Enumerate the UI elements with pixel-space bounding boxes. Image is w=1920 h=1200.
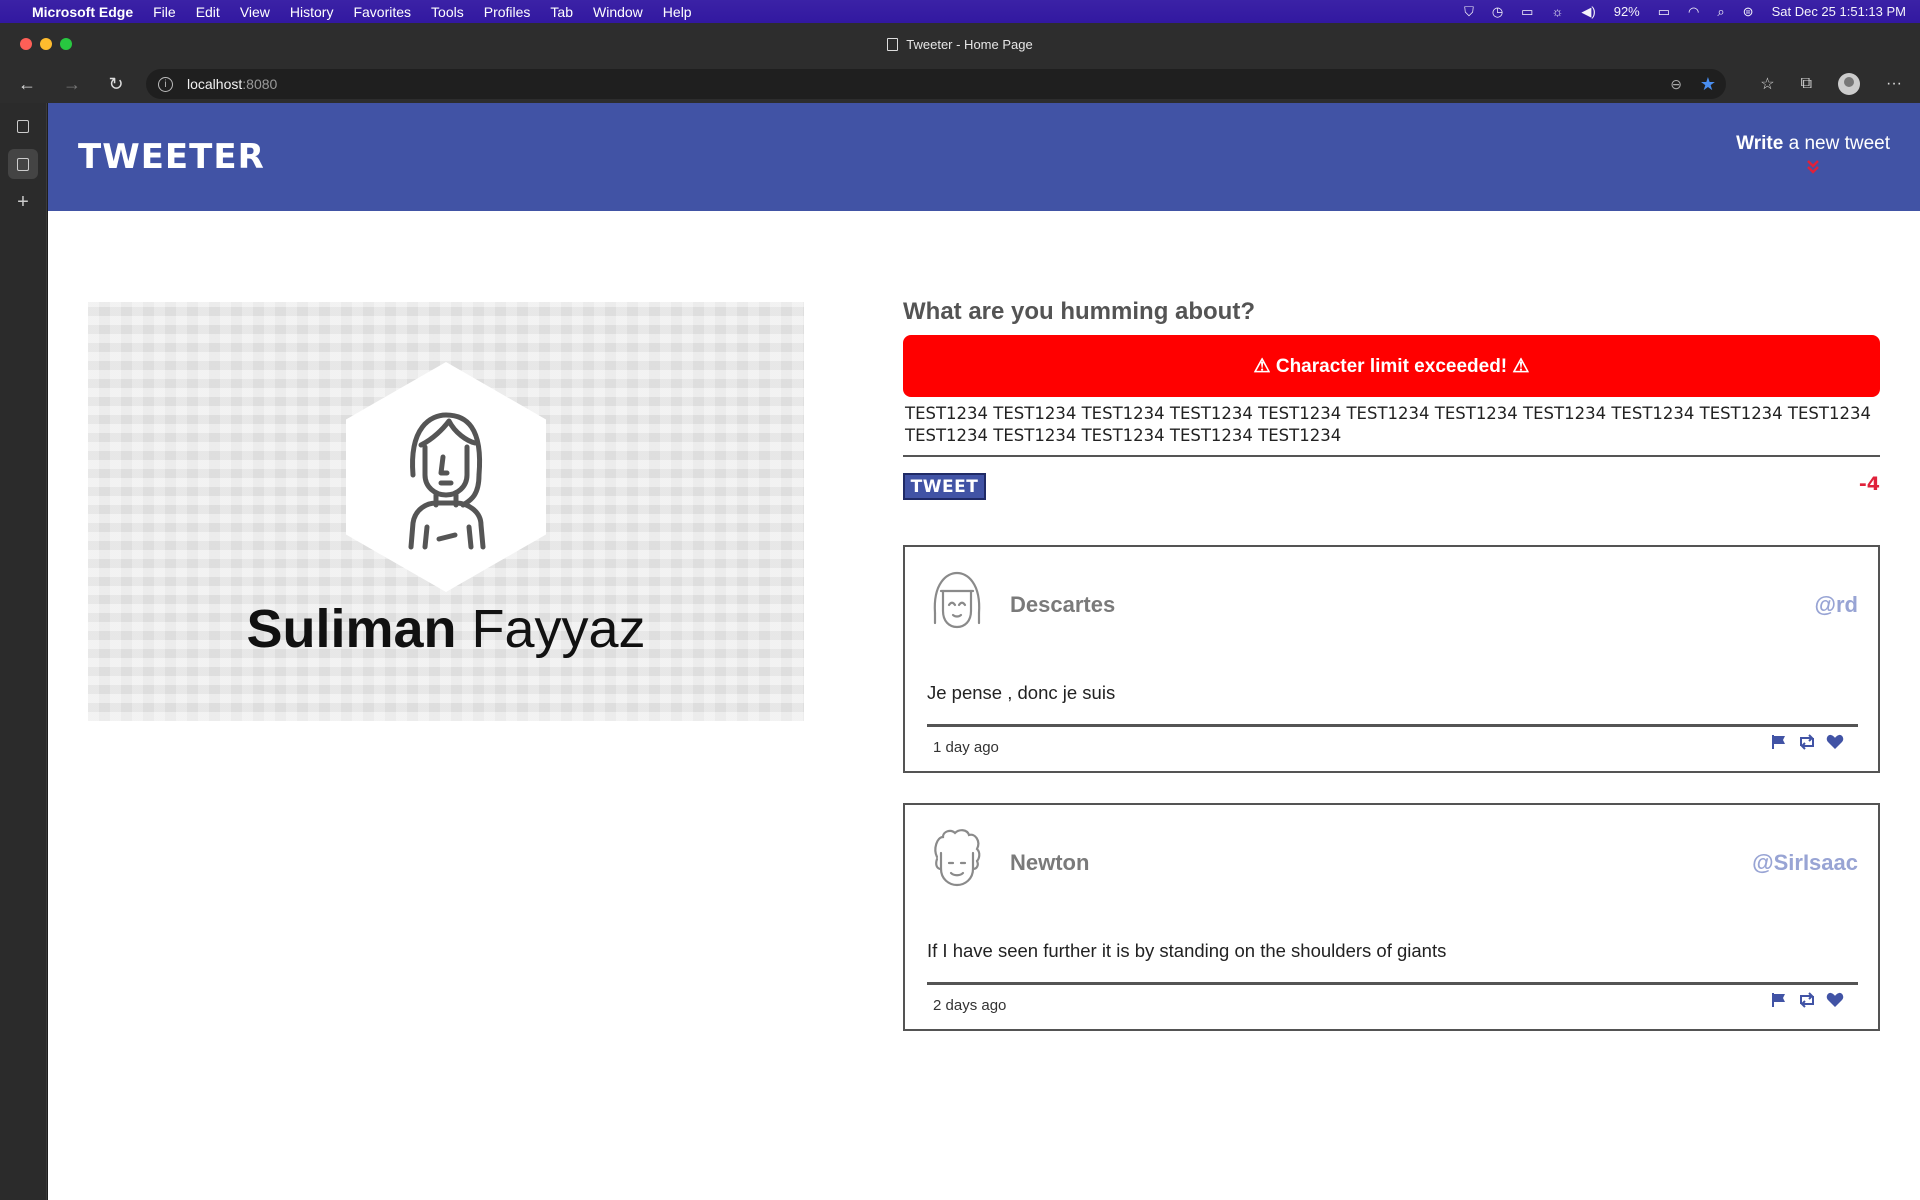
character-limit-error: ⚠ Character limit exceeded! ⚠ bbox=[903, 335, 1880, 397]
zoom-out-icon[interactable]: ⊖ bbox=[1670, 76, 1682, 93]
compose-toggle-text: a new tweet bbox=[1783, 133, 1890, 154]
menu-file[interactable]: File bbox=[153, 4, 176, 20]
tweet-divider bbox=[927, 982, 1858, 985]
page-icon bbox=[887, 37, 899, 51]
character-counter: -4 bbox=[1858, 473, 1880, 495]
profile-first-name: Suliman bbox=[246, 599, 457, 659]
menu-favorites[interactable]: Favorites bbox=[353, 4, 411, 20]
tweet-author-handle: @SirIsaac bbox=[1752, 850, 1858, 875]
window-titlebar: Tweeter - Home Page bbox=[0, 23, 1920, 65]
flag-icon[interactable] bbox=[1770, 991, 1788, 1009]
clock-datetime[interactable]: Sat Dec 25 1:51:13 PM bbox=[1772, 4, 1906, 19]
menu-edit[interactable]: Edit bbox=[196, 4, 220, 20]
tweet-actions bbox=[1770, 733, 1844, 751]
tweet-author-name: Descartes bbox=[1010, 592, 1116, 617]
minimize-window-button[interactable] bbox=[40, 38, 52, 50]
more-menu-icon[interactable]: ··· bbox=[1886, 75, 1902, 93]
back-arrow-icon[interactable]: ← bbox=[16, 73, 38, 95]
tweet-composer: What are you humming about? ⚠ Character … bbox=[903, 298, 1880, 509]
write-new-tweet-toggle[interactable]: Write a new tweet bbox=[1736, 133, 1890, 177]
menu-tools[interactable]: Tools bbox=[431, 4, 464, 20]
tweet-content: Je pense , donc je suis bbox=[927, 682, 1116, 703]
url-host: localhost bbox=[187, 76, 243, 92]
composer-prompt: What are you humming about? bbox=[903, 298, 1255, 325]
tweet-timestamp: 1 day ago bbox=[933, 739, 999, 756]
tweet-card: Newton @SirIsaac If I have seen further … bbox=[903, 803, 1880, 1031]
site-logo[interactable]: TWEETER bbox=[78, 137, 265, 177]
retweet-icon[interactable] bbox=[1798, 733, 1816, 751]
retweet-icon[interactable] bbox=[1798, 991, 1816, 1009]
close-window-button[interactable] bbox=[20, 38, 32, 50]
control-center-icon[interactable]: ⊜ bbox=[1743, 4, 1754, 20]
volume-icon[interactable]: ◀) bbox=[1581, 4, 1595, 20]
toolbar-actions: ☆ ⧉ ··· bbox=[1760, 73, 1902, 95]
favorites-icon[interactable]: ☆ bbox=[1760, 74, 1774, 94]
favorite-star-icon[interactable]: ★ bbox=[1700, 74, 1716, 95]
refresh-icon[interactable]: ↻ bbox=[105, 73, 127, 95]
composer-footer: TWEET -4 bbox=[903, 457, 1880, 509]
forward-arrow-icon[interactable]: → bbox=[61, 73, 83, 95]
menu-history[interactable]: History bbox=[290, 4, 334, 20]
flag-icon[interactable] bbox=[1770, 733, 1788, 751]
vertical-tabs-strip: + bbox=[0, 103, 47, 1200]
shield-icon[interactable]: ⛉ bbox=[1464, 4, 1474, 20]
spotlight-search-icon[interactable]: ⌕ bbox=[1717, 4, 1724, 20]
site-navbar: TWEETER Write a new tweet bbox=[48, 103, 1920, 211]
display-icon[interactable]: ▭ bbox=[1521, 4, 1533, 20]
tweet-author-name: Newton bbox=[1010, 850, 1090, 875]
brightness-icon[interactable]: ☼ bbox=[1551, 4, 1563, 19]
tweet-divider bbox=[927, 724, 1858, 727]
window-title-text: Tweeter - Home Page bbox=[906, 36, 1033, 52]
current-tab-icon[interactable] bbox=[8, 149, 38, 179]
profile-last-name: Fayyaz bbox=[471, 599, 646, 659]
author-avatar-icon bbox=[933, 571, 981, 629]
tweet-author-handle: @rd bbox=[1814, 592, 1858, 617]
wifi-icon[interactable]: ◠ bbox=[1688, 4, 1699, 20]
status-area: ⛉ ◷ ▭ ☼ ◀) 92% ▭ ◠ ⌕ ⊜ Sat Dec 25 1:51:1… bbox=[1464, 4, 1906, 20]
tweet-content: If I have seen further it is by standing… bbox=[927, 940, 1447, 961]
double-chevron-down-icon[interactable] bbox=[1736, 159, 1890, 177]
tweet-timestamp: 2 days ago bbox=[933, 997, 1007, 1014]
profile-avatar-icon[interactable] bbox=[1838, 73, 1861, 95]
tab-actions-icon[interactable] bbox=[8, 111, 38, 141]
window-controls bbox=[20, 38, 72, 50]
menu-window[interactable]: Window bbox=[593, 4, 643, 20]
browser-toolbar: ← → ↻ i localhost:8080 ⊖ ★ ☆ ⧉ ··· bbox=[0, 65, 1920, 103]
profile-card: Suliman Fayyaz bbox=[88, 302, 804, 721]
address-bar[interactable]: i localhost:8080 ⊖ ★ bbox=[146, 69, 1726, 99]
new-tab-plus-icon[interactable]: + bbox=[8, 187, 38, 217]
clock-icon[interactable]: ◷ bbox=[1492, 4, 1503, 20]
profile-avatar bbox=[346, 362, 546, 592]
heart-icon[interactable] bbox=[1826, 991, 1844, 1009]
tweet-card: Descartes @rd Je pense , donc je suis 1 … bbox=[903, 545, 1880, 773]
url-port: :8080 bbox=[242, 76, 278, 92]
battery-percent: 92% bbox=[1613, 4, 1640, 19]
author-avatar-icon bbox=[934, 829, 981, 887]
collections-icon[interactable]: ⧉ bbox=[1801, 75, 1812, 93]
profile-name: Suliman Fayyaz bbox=[88, 598, 804, 660]
menu-profiles[interactable]: Profiles bbox=[484, 4, 531, 20]
compose-toggle-bold: Write bbox=[1736, 133, 1784, 154]
heart-icon[interactable] bbox=[1826, 733, 1844, 751]
window-title: Tweeter - Home Page bbox=[887, 36, 1033, 52]
menu-help[interactable]: Help bbox=[663, 4, 692, 20]
macos-menubar: Microsoft Edge File Edit View History Fa… bbox=[0, 0, 1920, 23]
menu-app-name[interactable]: Microsoft Edge bbox=[32, 4, 133, 20]
zoom-window-button[interactable] bbox=[60, 38, 72, 50]
web-page: TWEETER Write a new tweet Suliman Fayyaz… bbox=[48, 103, 1920, 1200]
battery-icon[interactable]: ▭ bbox=[1658, 4, 1670, 20]
site-info-icon[interactable]: i bbox=[158, 76, 173, 92]
menu-tab[interactable]: Tab bbox=[550, 4, 573, 20]
tweet-submit-button[interactable]: TWEET bbox=[903, 473, 986, 500]
user-avatar-icon bbox=[408, 412, 486, 550]
tweet-actions bbox=[1770, 991, 1844, 1009]
tweet-textarea[interactable]: TEST1234 TEST1234 TEST1234 TEST1234 TEST… bbox=[903, 401, 1880, 457]
menu-view[interactable]: View bbox=[240, 4, 270, 20]
